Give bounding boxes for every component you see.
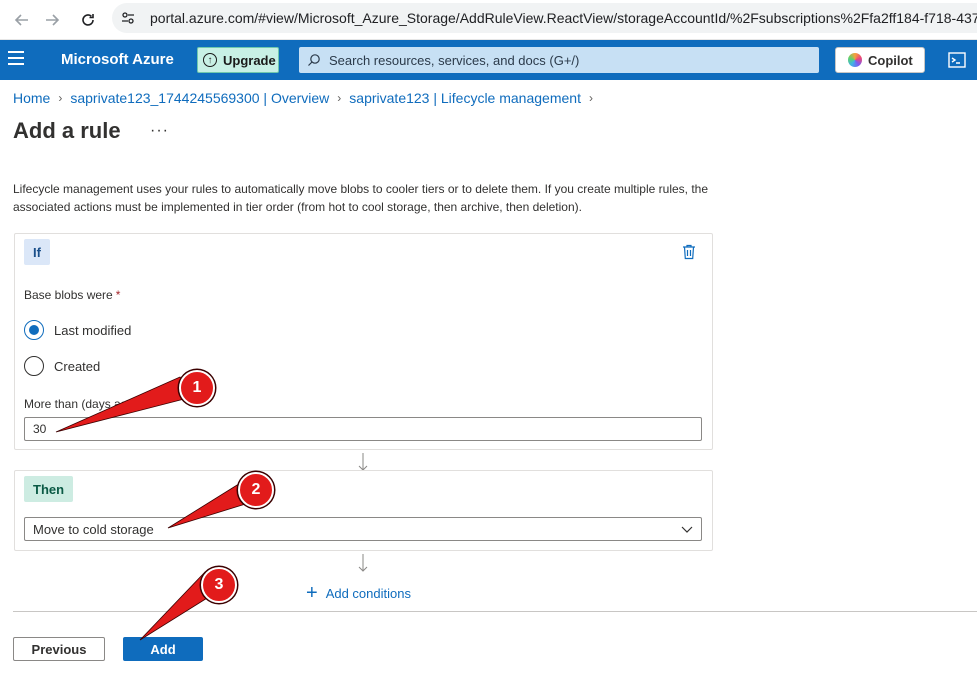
annotation-badge-2: 2 (238, 472, 274, 508)
radio-last-modified[interactable]: Last modified (24, 320, 131, 340)
search-bar[interactable] (299, 47, 819, 73)
footer-divider (13, 611, 977, 612)
radio-created[interactable]: Created (24, 356, 100, 376)
upgrade-arrow-icon: ↑ (203, 53, 217, 67)
azure-topbar: Microsoft Azure ↑ Upgrade Copilot (0, 40, 977, 80)
chevron-right-icon: › (588, 91, 593, 105)
copilot-button[interactable]: Copilot (835, 47, 925, 73)
breadcrumb-home[interactable]: Home (13, 90, 50, 106)
chevron-right-icon: › (337, 91, 342, 105)
browser-toolbar: portal.azure.com/#view/Microsoft_Azure_S… (0, 0, 977, 40)
annotation-badge-3: 3 (201, 567, 237, 603)
add-conditions-label: Add conditions (325, 585, 411, 601)
chevron-down-icon (681, 526, 693, 533)
arrow-down-icon (358, 453, 368, 471)
arrow-down-icon (358, 554, 368, 572)
radio-button[interactable] (24, 356, 44, 376)
if-tag: If (24, 239, 50, 265)
plus-icon: + (306, 582, 318, 604)
more-than-label: More than (days ago) (24, 397, 139, 411)
required-marker: * (115, 288, 121, 302)
url-text: portal.azure.com/#view/Microsoft_Azure_S… (150, 10, 977, 26)
page-description: Lifecycle management uses your rules to … (13, 182, 709, 214)
reload-icon[interactable] (76, 8, 100, 32)
site-settings-icon[interactable] (120, 10, 136, 26)
delete-icon[interactable] (682, 244, 696, 260)
breadcrumb-lifecycle[interactable]: saprivate123 | Lifecycle management (349, 90, 581, 106)
forward-icon[interactable] (40, 8, 64, 32)
cloud-shell-icon[interactable] (947, 50, 967, 70)
address-bar[interactable]: portal.azure.com/#view/Microsoft_Azure_S… (112, 3, 977, 33)
upgrade-button[interactable]: ↑ Upgrade (197, 47, 279, 73)
add-button[interactable]: Add (123, 637, 203, 661)
menu-icon[interactable] (8, 51, 26, 69)
upgrade-label: Upgrade (223, 52, 276, 68)
radio-button-checked[interactable] (24, 320, 44, 340)
breadcrumb: Home › saprivate123_1744245569300 | Over… (13, 90, 601, 106)
action-dropdown-value: Move to cold storage (33, 521, 154, 537)
radio-label-created: Created (54, 358, 101, 374)
if-condition-card: If Base blobs were * Last modified Create… (14, 233, 713, 450)
action-dropdown[interactable]: Move to cold storage (24, 517, 702, 541)
base-blobs-label: Base blobs were * (24, 288, 120, 302)
search-icon (308, 54, 320, 66)
copilot-label: Copilot (868, 52, 913, 68)
days-input[interactable] (24, 417, 702, 441)
add-conditions-link[interactable]: + Add conditions (306, 582, 411, 604)
brand-title[interactable]: Microsoft Azure (61, 51, 174, 68)
breadcrumb-overview[interactable]: saprivate123_1744245569300 | Overview (70, 90, 329, 106)
then-tag: Then (24, 476, 74, 502)
chevron-right-icon: › (58, 91, 63, 105)
previous-button[interactable]: Previous (13, 637, 105, 661)
more-options-icon[interactable]: ··· (150, 122, 169, 140)
radio-label-last-modified: Last modified (54, 322, 132, 338)
search-input[interactable] (329, 52, 789, 68)
copilot-icon (848, 53, 862, 67)
base-blobs-label-text: Base blobs were (24, 288, 113, 302)
back-icon[interactable] (10, 8, 34, 32)
annotation-badge-1: 1 (179, 370, 215, 406)
page-title: Add a rule (13, 118, 121, 143)
then-action-card: Then Move to cold storage (14, 470, 713, 551)
